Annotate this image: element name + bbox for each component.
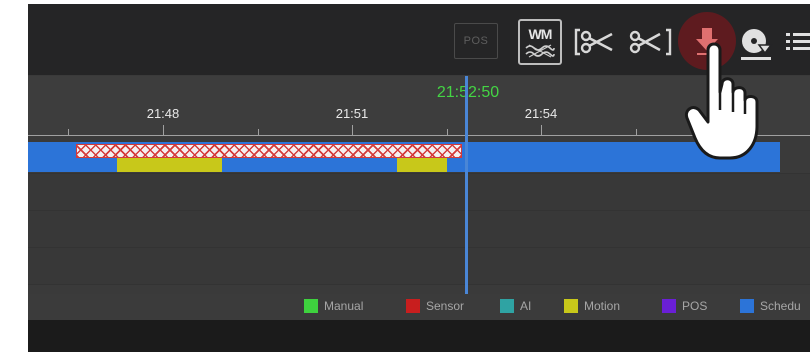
watermark-label: WM: [528, 25, 553, 42]
legend-label: Motion: [584, 299, 621, 313]
legend-label: Sensor: [426, 299, 465, 313]
list-button[interactable]: [784, 26, 810, 58]
pos-button-label: POS: [463, 35, 489, 47]
ruler-tick: [163, 125, 164, 135]
bottom-bar: [28, 320, 810, 352]
hand-pointer-icon: [684, 42, 759, 160]
legend-item-manual: Manual: [304, 299, 363, 313]
recording-type-legend: Manual Sensor AI Motion POS Schedu: [28, 294, 810, 320]
channel-track[interactable]: [28, 174, 810, 211]
ruler-tick: [447, 129, 448, 135]
motion-recording-segment[interactable]: [397, 158, 447, 172]
list-icon: [786, 33, 810, 50]
legend-swatch: [500, 299, 514, 313]
clip-end-button[interactable]: [628, 24, 672, 60]
watermark-icon: [525, 43, 555, 58]
tick-label: 21:54: [524, 106, 558, 121]
ruler-tick: [258, 129, 259, 135]
legend-label: Schedu: [760, 299, 801, 313]
clip-bracket-icon: [574, 28, 613, 56]
channel-track[interactable]: [28, 211, 810, 248]
ruler-tick: [352, 125, 353, 135]
legend-swatch: [406, 299, 420, 313]
legend-swatch: [304, 299, 318, 313]
tick-label: 21:51: [335, 106, 369, 121]
tick-label: 21:48: [146, 106, 180, 121]
pos-button[interactable]: POS: [454, 23, 498, 59]
selected-clip-segment[interactable]: [76, 144, 462, 158]
legend-item-schedule: Schedu: [740, 299, 801, 313]
legend-item-motion: Motion: [564, 299, 620, 313]
scissors-icon: [629, 28, 672, 56]
motion-recording-segment[interactable]: [117, 158, 222, 172]
clip-start-button[interactable]: [574, 24, 622, 60]
legend-swatch: [662, 299, 676, 313]
ruler-tick: [541, 125, 542, 135]
legend-item-sensor: Sensor: [406, 299, 464, 313]
legend-label: Manual: [324, 299, 364, 313]
playback-panel: POS WM 21:48 21:51 21:54 21:52:50 Manual…: [28, 4, 810, 352]
cursor-time-label: 21:52:50: [436, 84, 500, 101]
legend-item-pos: POS: [662, 299, 707, 313]
legend-label: AI: [520, 299, 532, 313]
channel-track[interactable]: [28, 248, 810, 285]
legend-swatch: [740, 299, 754, 313]
legend-label: POS: [682, 299, 708, 313]
ruler-tick: [68, 129, 69, 135]
ruler-tick: [636, 129, 637, 135]
legend-item-ai: AI: [500, 299, 531, 313]
legend-swatch: [564, 299, 578, 313]
watermark-button[interactable]: WM: [518, 19, 562, 65]
playback-cursor[interactable]: [465, 76, 468, 294]
